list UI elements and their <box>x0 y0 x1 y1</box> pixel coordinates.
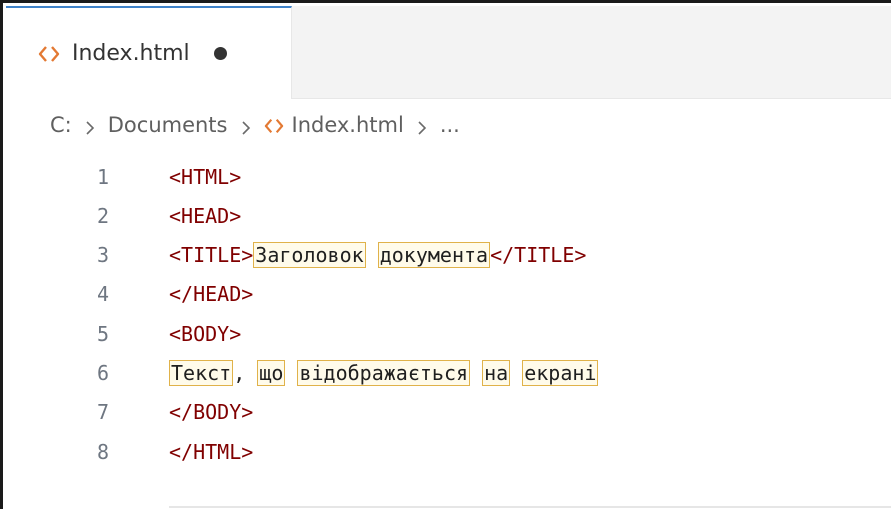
highlighted-word: відображається <box>297 360 471 386</box>
chevron-right-icon <box>82 117 98 135</box>
tab-label: Index.html <box>72 41 190 66</box>
highlighted-word: що <box>257 360 286 386</box>
code-line[interactable]: 5 <BODY> <box>6 314 886 353</box>
line-number: 2 <box>96 203 109 228</box>
html-tag-token: </HEAD> <box>169 282 254 307</box>
code-text: Текст, що відображається на екрані <box>169 360 599 386</box>
line-number: 4 <box>96 282 109 307</box>
code-text: </HTML> <box>169 440 253 464</box>
html-file-icon <box>264 116 284 134</box>
tab-bar: Index.html <box>6 6 891 99</box>
line-number: 8 <box>96 439 109 464</box>
chevron-right-icon <box>414 117 430 135</box>
code-line[interactable]: 6 Текст, що відображається на екрані <box>6 354 886 393</box>
highlighted-word: Текст <box>169 360 234 386</box>
line-number: 7 <box>96 400 109 425</box>
unsaved-changes-dot-icon[interactable] <box>213 47 227 60</box>
html-tag-token: </BODY> <box>169 400 254 425</box>
line-number: 5 <box>96 321 109 346</box>
html-tag-token: <TITLE> <box>169 243 254 268</box>
highlighted-word: документа <box>377 242 491 269</box>
code-line[interactable]: 3 <TITLE> Заголовок документа </TITLE> <box>6 236 886 275</box>
breadcrumb: C: Documents Index.html ... <box>6 99 891 151</box>
html-tag-token: </TITLE> <box>490 243 587 268</box>
code-text: <TITLE> Заголовок документа </TITLE> <box>169 242 587 269</box>
highlighted-word: Заголовок <box>253 242 366 269</box>
code-line[interactable]: 1 <HTML> <box>6 157 886 196</box>
scroll-shadow-divider <box>169 506 891 508</box>
line-number: 1 <box>96 164 109 189</box>
html-file-icon <box>38 44 60 64</box>
code-text: <HEAD> <box>169 204 241 228</box>
html-tag-token: <HEAD> <box>169 203 242 228</box>
code-text: </BODY> <box>169 400 253 424</box>
breadcrumb-more[interactable]: ... <box>440 113 460 137</box>
html-tag-token: </HTML> <box>169 439 254 464</box>
code-text: <BODY> <box>169 322 241 346</box>
line-number: 6 <box>96 361 109 385</box>
breadcrumb-folder[interactable]: Documents <box>108 113 228 137</box>
html-tag-token: <BODY> <box>169 321 242 346</box>
text-token: , <box>233 361 258 385</box>
code-text: </HEAD> <box>169 282 253 306</box>
tab-index-html[interactable]: Index.html <box>6 6 292 99</box>
code-line[interactable]: 4 </HEAD> <box>6 275 886 314</box>
html-tag-token: <HTML> <box>169 164 242 189</box>
code-line[interactable]: 8 </HTML> <box>6 432 886 471</box>
chevron-right-icon <box>238 117 254 135</box>
line-number: 3 <box>96 243 109 268</box>
breadcrumb-file[interactable]: Index.html <box>292 113 404 137</box>
code-text: <HTML> <box>169 165 241 189</box>
breadcrumb-drive[interactable]: C: <box>50 113 72 137</box>
code-line[interactable]: 7 </BODY> <box>6 393 886 432</box>
editor-window: Index.html C: Documents Index.html ... 1… <box>0 0 891 509</box>
code-editor[interactable]: 1 <HTML> 2 <HEAD> 3 <TITLE> Заголовок документ… <box>6 153 891 509</box>
code-line[interactable]: 2 <HEAD> <box>6 196 886 235</box>
highlighted-word: екрані <box>522 360 599 386</box>
highlighted-word: на <box>482 360 511 386</box>
